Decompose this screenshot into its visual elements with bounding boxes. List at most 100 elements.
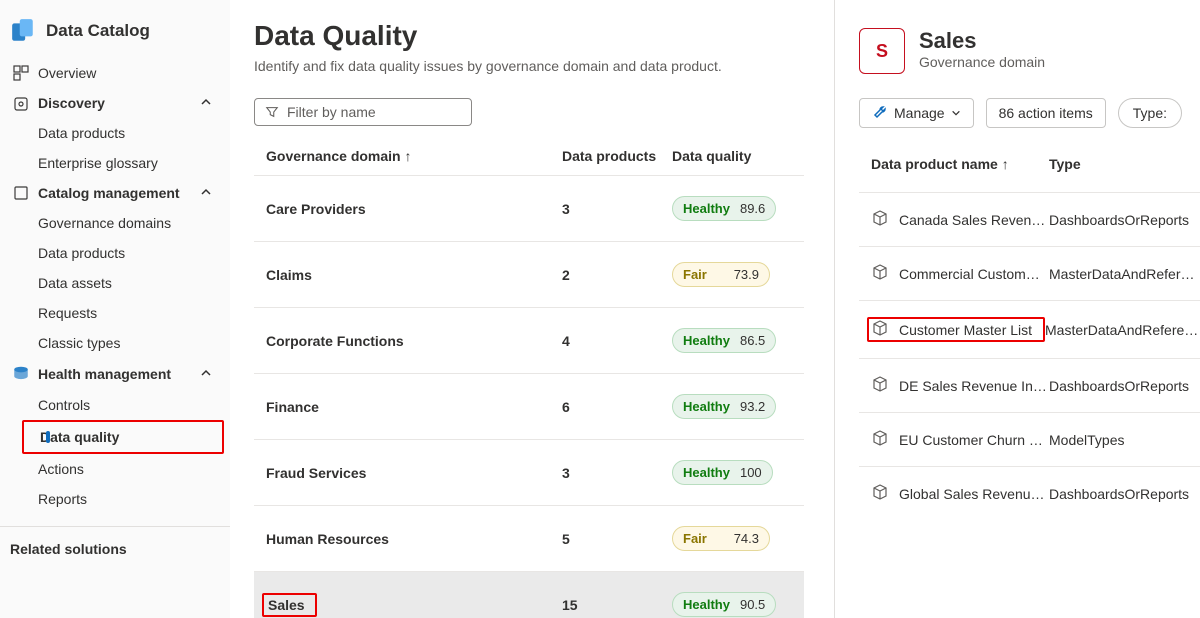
domain-products: 6 bbox=[562, 399, 672, 415]
quality-badge: Healthy 86.5 bbox=[672, 328, 776, 353]
domain-row[interactable]: Care Providers 3 Healthy 89.6 bbox=[254, 175, 804, 241]
data-product-row[interactable]: Canada Sales Reven… DashboardsOrReports bbox=[859, 192, 1200, 246]
dp-header: Data product name ↑ Type bbox=[859, 156, 1200, 192]
nav-discovery-glossary[interactable]: Enterprise glossary bbox=[0, 148, 230, 178]
data-product-row[interactable]: Global Sales Revenu… DashboardsOrReports bbox=[859, 466, 1200, 520]
brand-title: Data Catalog bbox=[46, 21, 150, 41]
dp-type: ModelTypes bbox=[1049, 432, 1124, 448]
domain-name: Human Resources bbox=[266, 531, 562, 547]
dp-type: MasterDataAndReferen… bbox=[1045, 322, 1200, 338]
nav-data-quality[interactable]: Data quality bbox=[24, 422, 222, 452]
dp-type: MasterDataAndReferen… bbox=[1049, 266, 1200, 282]
quality-status: Fair bbox=[683, 531, 707, 546]
quality-score: 93.2 bbox=[740, 399, 765, 414]
package-icon bbox=[871, 483, 889, 504]
domain-row[interactable]: Sales 15 Healthy 90.5 bbox=[254, 571, 804, 618]
quality-score: 100 bbox=[740, 465, 762, 480]
domain-name: Finance bbox=[266, 399, 562, 415]
domain-products: 5 bbox=[562, 531, 672, 547]
col-domain-header[interactable]: Governance domain ↑ bbox=[266, 148, 562, 164]
nav-data-assets[interactable]: Data assets bbox=[0, 268, 230, 298]
dp-col-type[interactable]: Type bbox=[1049, 156, 1081, 172]
chevron-up-icon bbox=[200, 95, 212, 111]
nav-catalog-management[interactable]: Catalog management bbox=[0, 178, 230, 208]
quality-score: 74.3 bbox=[734, 531, 759, 546]
nav-classic-types[interactable]: Classic types bbox=[0, 328, 230, 358]
quality-status: Healthy bbox=[683, 399, 730, 414]
domain-products: 4 bbox=[562, 333, 672, 349]
dp-name: Canada Sales Reven… bbox=[899, 212, 1049, 228]
quality-badge: Healthy 93.2 bbox=[672, 394, 776, 419]
nav-discovery-data-products[interactable]: Data products bbox=[0, 118, 230, 148]
dp-name: EU Customer Churn … bbox=[899, 432, 1049, 448]
health-icon bbox=[10, 365, 32, 383]
domain-name: Care Providers bbox=[266, 201, 562, 217]
data-product-row[interactable]: DE Sales Revenue In… DashboardsOrReports bbox=[859, 358, 1200, 412]
quality-score: 90.5 bbox=[740, 597, 765, 612]
discovery-icon bbox=[10, 95, 32, 111]
nav-controls[interactable]: Controls bbox=[0, 390, 230, 420]
nav-governance-domains[interactable]: Governance domains bbox=[0, 208, 230, 238]
nav-overview[interactable]: Overview bbox=[0, 58, 230, 88]
quality-score: 89.6 bbox=[740, 201, 765, 216]
page-subtitle: Identify and fix data quality issues by … bbox=[254, 58, 804, 74]
domain-products: 15 bbox=[562, 597, 672, 613]
filter-placeholder: Filter by name bbox=[287, 104, 376, 120]
domain-products: 2 bbox=[562, 267, 672, 283]
domain-products: 3 bbox=[562, 201, 672, 217]
data-product-row[interactable]: EU Customer Churn … ModelTypes bbox=[859, 412, 1200, 466]
nav-requests[interactable]: Requests bbox=[0, 298, 230, 328]
table-header: Governance domain ↑ Data products Data q… bbox=[254, 138, 804, 175]
quality-badge: Fair 74.3 bbox=[672, 526, 770, 551]
nav-discovery[interactable]: Discovery bbox=[0, 88, 230, 118]
quality-badge: Healthy 90.5 bbox=[672, 592, 776, 617]
nav-reports[interactable]: Reports bbox=[0, 484, 230, 514]
domain-name: Sales bbox=[266, 595, 562, 615]
quality-score: 73.9 bbox=[734, 267, 759, 282]
nav-health-management[interactable]: Health management bbox=[0, 358, 230, 390]
quality-score: 86.5 bbox=[740, 333, 765, 348]
package-icon bbox=[871, 429, 889, 450]
domain-row[interactable]: Finance 6 Healthy 93.2 bbox=[254, 373, 804, 439]
dp-name: Customer Master List bbox=[899, 322, 1043, 338]
col-quality-header[interactable]: Data quality bbox=[672, 148, 792, 164]
chevron-down-icon bbox=[951, 108, 961, 118]
nav-data-products-2[interactable]: Data products bbox=[0, 238, 230, 268]
quality-status: Fair bbox=[683, 267, 707, 282]
sort-up-icon: ↑ bbox=[1002, 156, 1009, 172]
filter-icon bbox=[265, 105, 279, 119]
domain-avatar: S bbox=[859, 28, 905, 74]
action-items-button[interactable]: 86 action items bbox=[986, 98, 1106, 128]
sidebar: Data Catalog Overview Discovery Data pro… bbox=[0, 0, 230, 618]
package-icon bbox=[871, 319, 889, 340]
domain-row[interactable]: Human Resources 5 Fair 74.3 bbox=[254, 505, 804, 571]
grid-icon bbox=[10, 65, 32, 81]
nav-actions[interactable]: Actions bbox=[0, 454, 230, 484]
quality-badge: Healthy 100 bbox=[672, 460, 773, 485]
data-product-row[interactable]: Customer Master List MasterDataAndRefere… bbox=[859, 300, 1200, 358]
quality-status: Healthy bbox=[683, 333, 730, 348]
wrench-icon bbox=[872, 105, 888, 121]
related-solutions[interactable]: Related solutions bbox=[0, 526, 230, 557]
dp-col-name[interactable]: Data product name ↑ bbox=[871, 156, 1049, 172]
manage-button[interactable]: Manage bbox=[859, 98, 974, 128]
domain-row[interactable]: Corporate Functions 4 Healthy 86.5 bbox=[254, 307, 804, 373]
dp-type: DashboardsOrReports bbox=[1049, 212, 1189, 228]
catalog-icon bbox=[10, 185, 32, 201]
detail-panel: S Sales Governance domain Manage 86 acti… bbox=[835, 0, 1200, 618]
filter-input[interactable]: Filter by name bbox=[254, 98, 472, 126]
dp-name: Global Sales Revenu… bbox=[899, 486, 1049, 502]
types-pill[interactable]: Type: bbox=[1118, 98, 1182, 128]
domain-row[interactable]: Fraud Services 3 Healthy 100 bbox=[254, 439, 804, 505]
chevron-up-icon bbox=[200, 366, 212, 382]
dp-name: DE Sales Revenue In… bbox=[899, 378, 1049, 394]
domain-row[interactable]: Claims 2 Fair 73.9 bbox=[254, 241, 804, 307]
catalog-logo bbox=[10, 18, 36, 44]
col-products-header[interactable]: Data products bbox=[562, 148, 672, 164]
quality-status: Healthy bbox=[683, 597, 730, 612]
package-icon bbox=[871, 263, 889, 284]
quality-badge: Fair 73.9 bbox=[672, 262, 770, 287]
domain-name: Corporate Functions bbox=[266, 333, 562, 349]
chevron-up-icon bbox=[200, 185, 212, 201]
data-product-row[interactable]: Commercial Custom… MasterDataAndReferen… bbox=[859, 246, 1200, 300]
